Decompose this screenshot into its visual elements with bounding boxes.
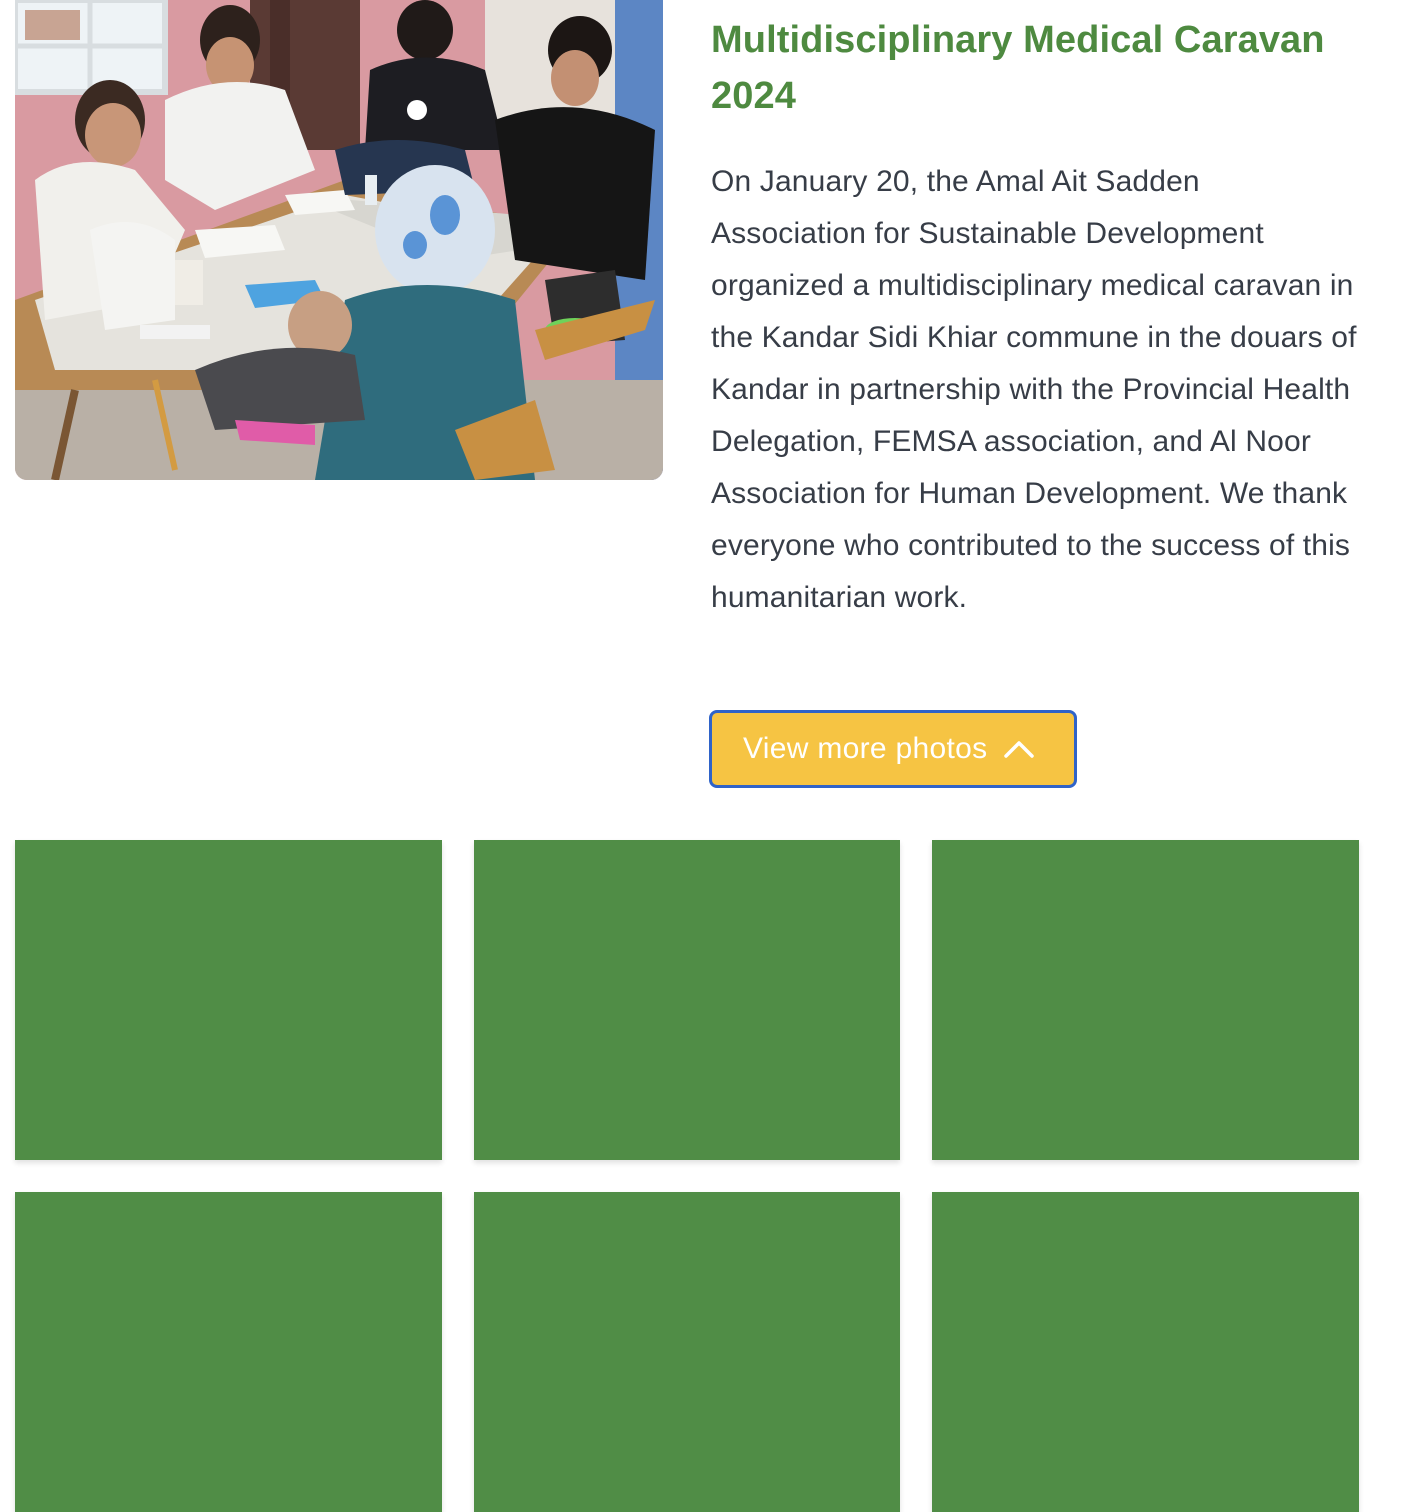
gallery-photo-2[interactable] <box>474 840 900 1160</box>
gallery-photo-6[interactable] <box>932 1192 1359 1512</box>
chevron-up-icon <box>1003 739 1035 759</box>
gallery-photo-3[interactable] <box>932 840 1359 1160</box>
article-body: On January 20, the Amal Ait Sadden Assoc… <box>711 165 1357 614</box>
gallery-photo-5[interactable] <box>474 1192 900 1512</box>
article-photo <box>15 0 663 480</box>
photo-gallery <box>15 840 1359 1512</box>
view-more-photos-button[interactable]: View more photos <box>709 710 1077 788</box>
article-title: Multidisciplinary Medical Caravan 2024 <box>711 19 1325 117</box>
gallery-photo-1[interactable] <box>15 840 442 1160</box>
article: Multidisciplinary Medical Caravan 2024 O… <box>711 12 1371 624</box>
view-more-photos-label: View more photos <box>743 732 988 765</box>
gallery-photo-4[interactable] <box>15 1192 442 1512</box>
